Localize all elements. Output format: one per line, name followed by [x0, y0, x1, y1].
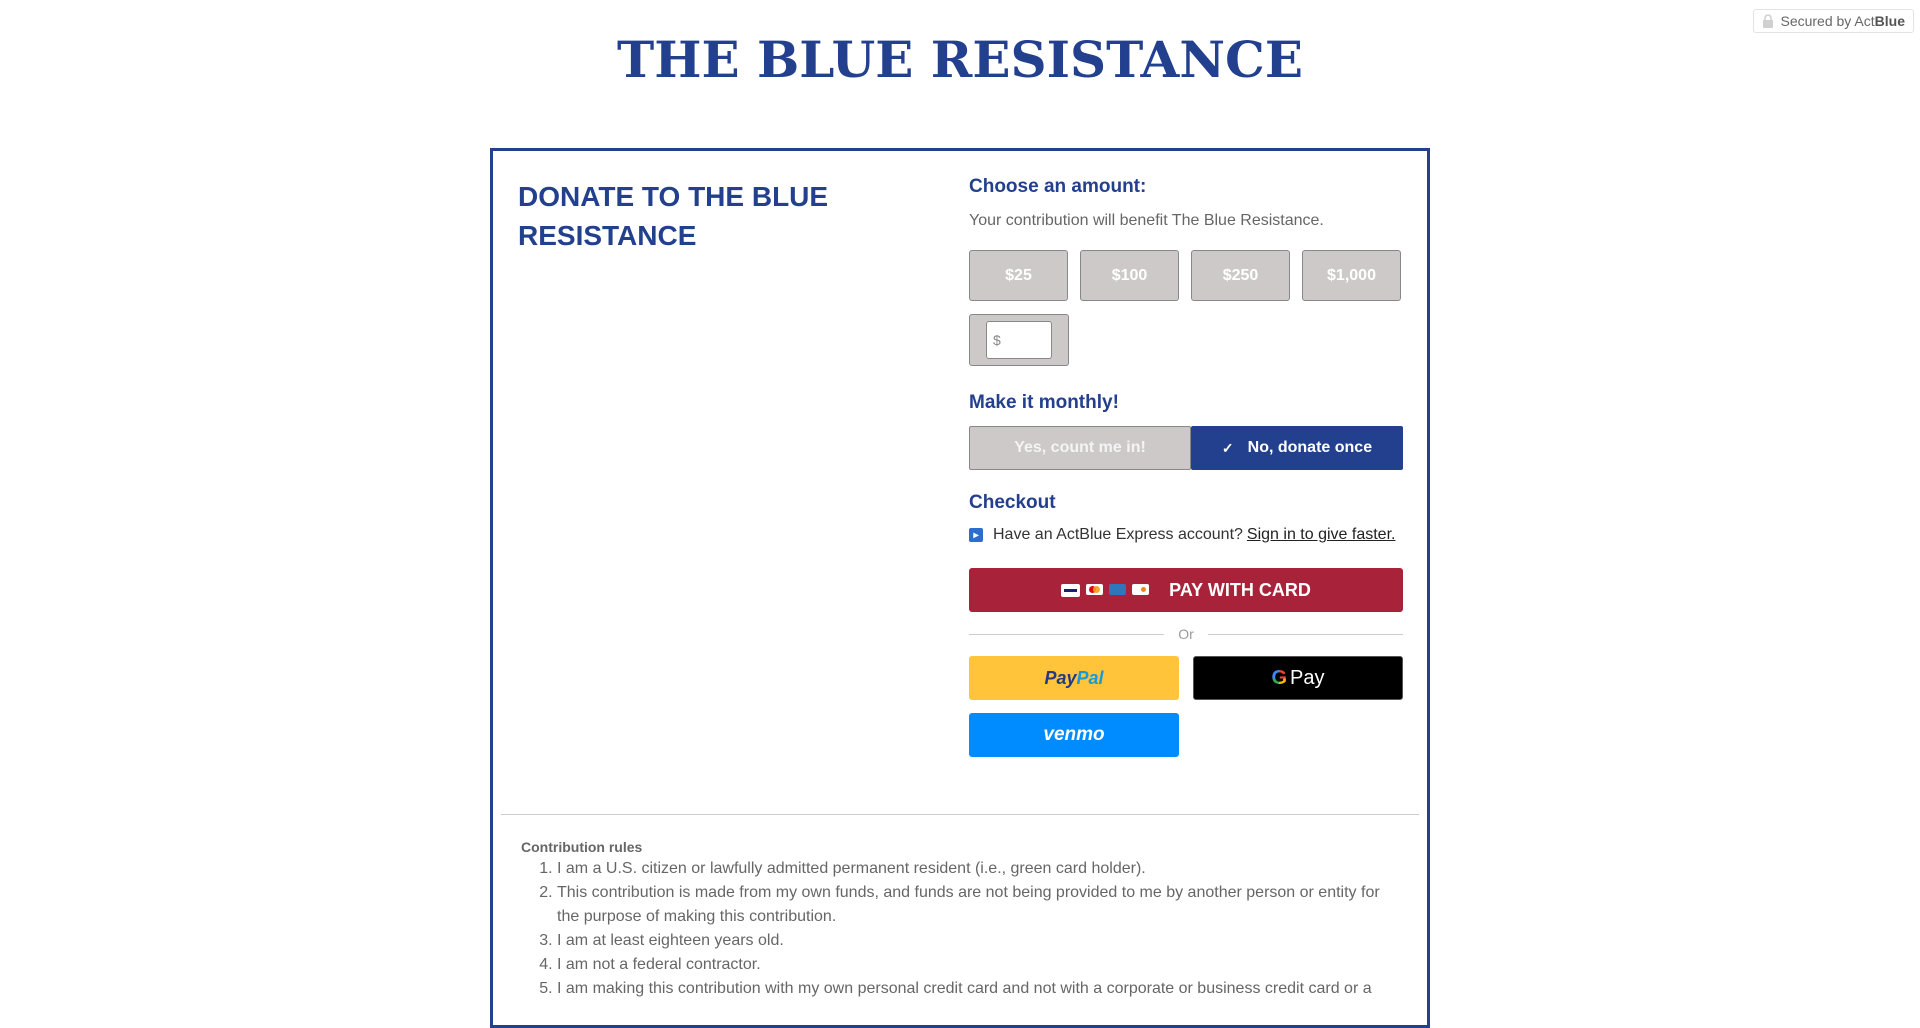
custom-amount-input[interactable]	[1004, 331, 1049, 349]
donation-form: Choose an amount: Your contribution will…	[969, 176, 1403, 757]
monthly-toggle: Yes, count me in! ✓ No, donate once	[969, 426, 1403, 470]
site-title: THE BLUE RESISTANCE	[617, 30, 1303, 89]
rule-item: I am a U.S. citizen or lawfully admitted…	[557, 857, 1401, 881]
paypal-button[interactable]: Pay Pal	[969, 656, 1179, 700]
custom-amount-box: $	[969, 314, 1069, 366]
custom-amount-field[interactable]: $	[986, 321, 1052, 359]
monthly-no-label: No, donate once	[1247, 439, 1373, 456]
rule-item: This contribution is made from my own fu…	[557, 881, 1401, 929]
venmo-logo: venmo	[1043, 724, 1105, 745]
visa-icon	[1061, 583, 1081, 597]
signin-link[interactable]: Sign in to give faster.	[1247, 526, 1396, 544]
contribution-rules: Contribution rules I am a U.S. citizen o…	[521, 839, 1401, 1001]
monthly-yes-button[interactable]: Yes, count me in!	[969, 426, 1191, 470]
choose-amount-heading: Choose an amount:	[969, 176, 1147, 197]
benefit-text: Your contribution will benefit The Blue …	[969, 212, 1324, 229]
rule-item: I am at least eighteen years old.	[557, 929, 1401, 953]
rules-list: I am a U.S. citizen or lawfully admitted…	[521, 857, 1401, 1001]
monthly-heading: Make it monthly!	[969, 392, 1119, 413]
rule-item: I am not a federal contractor.	[557, 953, 1401, 977]
google-pay-label: Pay	[1290, 666, 1325, 689]
donation-card: DONATE TO THE BLUE RESISTANCE Choose an …	[490, 148, 1430, 1028]
pay-with-card-button[interactable]: PAY WITH CARD	[969, 568, 1403, 612]
currency-symbol: $	[993, 332, 1001, 348]
rules-title: Contribution rules	[521, 839, 643, 855]
paypal-logo-part1: Pay	[1044, 667, 1077, 688]
discover-icon	[1132, 583, 1150, 595]
pay-card-label: PAY WITH CARD	[1169, 579, 1311, 600]
donate-heading: DONATE TO THE BLUE RESISTANCE	[518, 181, 829, 251]
section-divider	[501, 814, 1419, 815]
amex-icon	[1109, 583, 1127, 595]
checkout-heading: Checkout	[969, 492, 1056, 513]
amount-button-250[interactable]: $250	[1191, 250, 1290, 301]
lock-icon	[1763, 14, 1774, 28]
amount-button-25[interactable]: $25	[969, 250, 1068, 301]
monthly-no-button[interactable]: ✓ No, donate once	[1191, 426, 1403, 470]
secured-brand: Blue	[1874, 13, 1905, 29]
mastercard-icon	[1086, 583, 1104, 595]
or-label: Or	[1178, 626, 1194, 642]
express-text: Have an ActBlue Express account?	[993, 526, 1243, 543]
secured-prefix: Secured by Act	[1780, 13, 1875, 29]
card-brands	[1061, 583, 1150, 597]
express-signin-row: ▸ Have an ActBlue Express account? Sign …	[969, 526, 1403, 544]
paypal-logo-part2: Pal	[1076, 667, 1104, 688]
divider-line	[969, 633, 1165, 635]
google-g-icon: G	[1271, 666, 1288, 689]
google-pay-button[interactable]: G Pay	[1193, 656, 1403, 700]
or-divider: Or	[969, 626, 1403, 642]
wallet-buttons: Pay Pal G Pay venmo	[969, 656, 1403, 757]
actblue-express-icon: ▸	[969, 528, 983, 542]
venmo-button[interactable]: venmo	[969, 713, 1179, 757]
amount-button-100[interactable]: $100	[1080, 250, 1179, 301]
divider-line	[1207, 633, 1403, 635]
rule-item: I am making this contribution with my ow…	[557, 977, 1401, 1001]
checkmark-icon: ✓	[1221, 439, 1234, 456]
amount-buttons: $25 $100 $250 $1,000	[969, 250, 1403, 301]
amount-button-1000[interactable]: $1,000	[1302, 250, 1401, 301]
